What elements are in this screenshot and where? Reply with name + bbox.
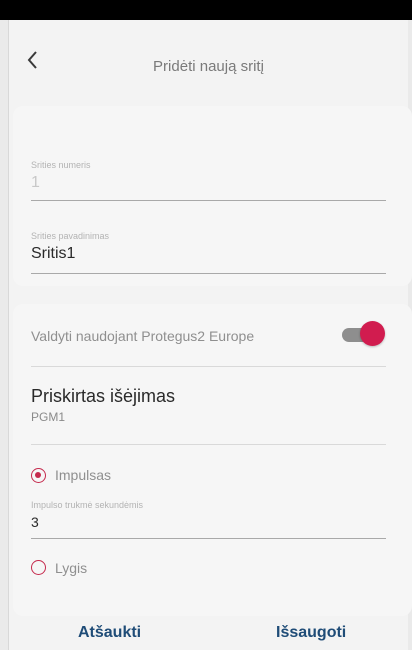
status-bar — [0, 0, 412, 20]
control-toggle[interactable] — [342, 321, 385, 349]
impulse-duration-field[interactable]: Impulso trukmė sekundėmis 3 — [31, 500, 386, 539]
level-radio[interactable] — [31, 560, 46, 575]
toggle-knob — [360, 321, 385, 346]
save-button[interactable]: Išsaugoti — [276, 624, 346, 642]
add-area-screen: Pridėti naują sritį Srities numeris 1 Sr… — [9, 20, 412, 650]
area-name-value: Sritis1 — [31, 245, 76, 262]
area-name-label: Srities pavadinimas — [31, 231, 110, 241]
cancel-button[interactable]: Atšaukti — [78, 624, 141, 642]
impulse-label[interactable]: Impulsas — [55, 467, 111, 483]
area-number-value: 1 — [31, 174, 40, 191]
output-title: Priskirtas išėjimas — [31, 386, 176, 406]
level-label[interactable]: Lygis — [55, 560, 87, 576]
control-label: Valdyti naudojant Protegus2 Europe — [31, 328, 255, 344]
header: Pridėti naują sritį — [9, 20, 408, 106]
area-details-card: Srities numeris 1 Srities pavadinimas Sr… — [13, 106, 412, 286]
impulse-duration-label: Impulso trukmė sekundėmis — [31, 500, 144, 510]
area-name-field[interactable]: Srities pavadinimas Sritis1 — [31, 231, 386, 274]
area-number-field[interactable]: Srities numeris 1 — [31, 160, 386, 201]
divider — [31, 366, 386, 367]
output-value[interactable]: PGM1 — [31, 410, 65, 424]
radio-selected-dot — [35, 472, 41, 478]
window-edge — [0, 20, 9, 650]
area-number-label: Srities numeris — [31, 160, 91, 170]
divider — [31, 444, 386, 445]
control-settings-card: Valdyti naudojant Protegus2 Europe Prisk… — [13, 304, 412, 616]
page-title: Pridėti naują sritį — [153, 58, 264, 75]
impulse-radio[interactable] — [31, 468, 46, 483]
impulse-duration-value: 3 — [31, 514, 39, 530]
